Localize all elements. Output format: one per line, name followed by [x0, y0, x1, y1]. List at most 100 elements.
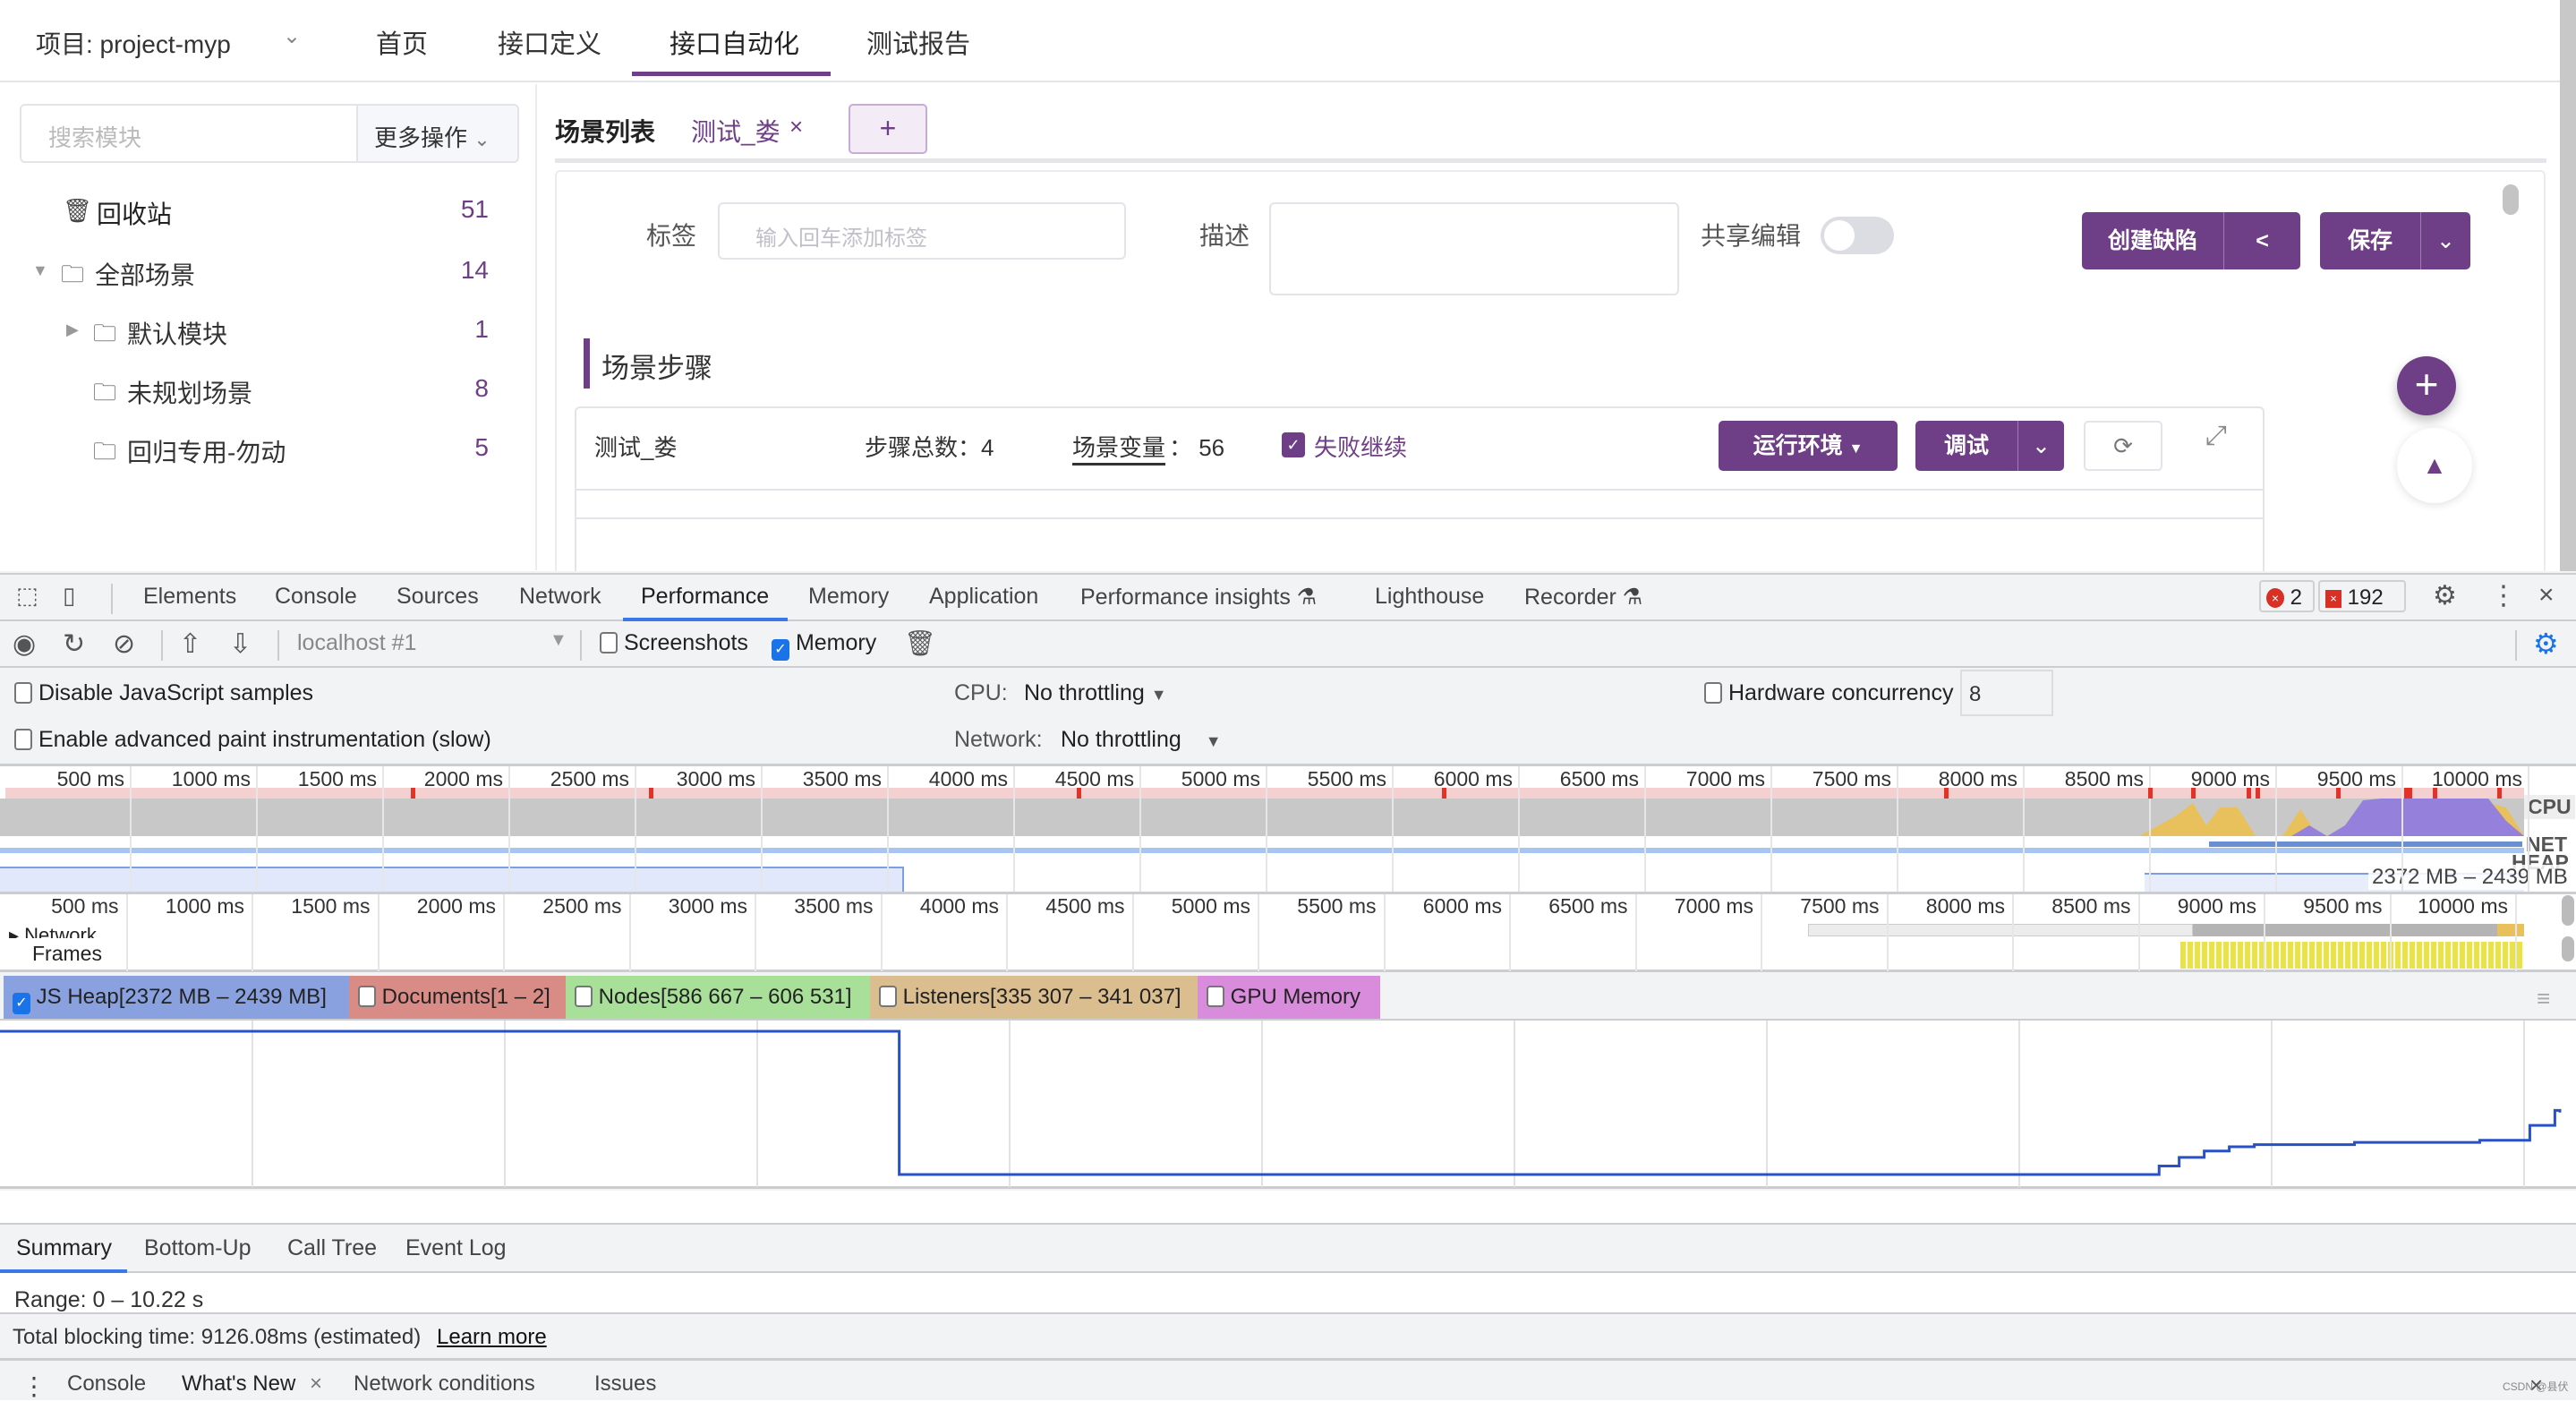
more-ops-dropdown[interactable]: 更多操作 ⌄: [356, 104, 519, 163]
screenshots-checkbox[interactable]: [600, 632, 618, 654]
tab-event-log[interactable]: Event Log: [405, 1235, 507, 1261]
nav-api-def[interactable]: 接口定义: [498, 23, 601, 61]
checkbox[interactable]: [14, 682, 32, 704]
network-track-label[interactable]: ▸ Network: [9, 924, 97, 938]
drawer-tab-console[interactable]: Console: [67, 1371, 146, 1397]
caret-down-icon[interactable]: ▼: [550, 630, 567, 651]
trash-icon[interactable]: 🗑: [904, 628, 936, 658]
legend-checkbox[interactable]: [1207, 986, 1224, 1007]
expand-icon[interactable]: ⤢: [2205, 421, 2227, 451]
drawer-tab-whats-new[interactable]: What's New: [182, 1371, 295, 1397]
tree-item-default[interactable]: ▶ 🗀 默认模块 1: [0, 315, 501, 351]
error-count-badge[interactable]: × 2: [2259, 580, 2315, 612]
frames-track-label[interactable]: Frames: [32, 942, 102, 966]
tree-item-unplanned[interactable]: 🗀 未规划场景 8: [0, 374, 501, 410]
panel-scrollbar[interactable]: [2503, 184, 2519, 215]
debug-button[interactable]: 调试: [1915, 421, 2017, 471]
caret-right-icon[interactable]: ▶: [66, 320, 79, 339]
close-icon[interactable]: ×: [310, 1371, 322, 1397]
legend-item-4[interactable]: GPU Memory: [1198, 976, 1380, 1019]
close-icon[interactable]: ×: [789, 113, 803, 141]
legend-item-3[interactable]: Listeners[335 307 – 341 037]: [870, 976, 1198, 1019]
screenshots-toggle[interactable]: Screenshots: [600, 630, 748, 656]
checkbox[interactable]: [1704, 682, 1722, 704]
tree-item-regression[interactable]: 🗀 回归专用-勿动 5: [0, 433, 501, 469]
legend-checkbox[interactable]: [879, 986, 897, 1007]
hamburger-menu-icon[interactable]: ≡: [2537, 985, 2550, 1012]
network-throttle-select[interactable]: No throttling ▼: [1061, 727, 1222, 753]
project-selector[interactable]: 项目: project-myp: [36, 25, 231, 61]
page-scrollbar[interactable]: [2560, 0, 2576, 573]
adv-paint-option[interactable]: Enable advanced paint instrumentation (s…: [14, 727, 491, 753]
drawer-tab-network-conditions[interactable]: Network conditions: [354, 1371, 535, 1397]
devtools-tab-console[interactable]: Console: [275, 584, 357, 610]
save-dropdown-button[interactable]: ⌄: [2420, 212, 2470, 269]
search-module-input[interactable]: 搜索模块: [20, 104, 358, 163]
gear-icon[interactable]: ⚙: [2433, 580, 2457, 611]
learn-more-link[interactable]: Learn more: [437, 1325, 547, 1350]
legend-item-0[interactable]: ✓ JS Heap[2372 MB – 2439 MB]: [4, 976, 349, 1019]
legend-checkbox[interactable]: ✓: [13, 993, 30, 1014]
nav-test-report[interactable]: 测试报告: [866, 23, 970, 61]
fail-continue-label[interactable]: 失败继续: [1314, 430, 1407, 463]
close-icon[interactable]: ×: [2538, 580, 2555, 611]
memory-toggle[interactable]: ✓ Memory: [772, 630, 876, 661]
legend-checkbox[interactable]: [575, 986, 593, 1007]
clear-icon[interactable]: ⊘: [113, 628, 135, 660]
tree-item-recycle[interactable]: 🗑 回收站 51: [0, 195, 501, 231]
kebab-menu-icon[interactable]: ⋮: [2490, 580, 2517, 611]
nav-api-automation[interactable]: 接口自动化: [670, 23, 799, 61]
device-toolbar-icon[interactable]: ▯: [63, 582, 75, 610]
devtools-tab-network[interactable]: Network: [519, 584, 601, 610]
capture-settings-gear-icon[interactable]: ⚙: [2533, 627, 2559, 661]
drawer-menu-icon[interactable]: ⋮: [21, 1371, 47, 1401]
tag-input[interactable]: 输入回车添加标签: [718, 202, 1126, 260]
save-button[interactable]: 保存: [2320, 212, 2420, 269]
devtools-tab-performance-insights[interactable]: Performance insights ⚗: [1080, 584, 1317, 611]
share-button[interactable]: <: [2223, 212, 2300, 269]
record-icon[interactable]: ◉: [13, 628, 36, 660]
tracks-scrollbar-2[interactable]: [2562, 936, 2574, 961]
refresh-button[interactable]: ⟳: [2084, 421, 2162, 471]
scenario-variables-link[interactable]: 场景变量: [1072, 430, 1165, 466]
devtools-tab-application[interactable]: Application: [929, 584, 1038, 610]
legend-item-1[interactable]: Documents[1 – 2]: [349, 976, 566, 1019]
hardware-concurrency-input[interactable]: 8: [1960, 670, 2053, 716]
fail-continue-checkbox[interactable]: ✓: [1282, 432, 1305, 457]
checkbox[interactable]: [14, 729, 32, 750]
tab-bottom-up[interactable]: Bottom-Up: [144, 1235, 251, 1261]
run-env-button[interactable]: 运行环境 ▼: [1719, 421, 1898, 471]
chevron-down-icon[interactable]: ⌄: [283, 23, 301, 49]
scroll-top-button[interactable]: ▲: [2397, 428, 2472, 503]
reload-record-icon[interactable]: ↻: [63, 628, 85, 660]
create-bug-button[interactable]: 创建缺陷: [2082, 212, 2223, 269]
hardware-concurrency-option[interactable]: Hardware concurrency: [1704, 680, 1953, 706]
devtools-tab-elements[interactable]: Elements: [143, 584, 236, 610]
devtools-tab-lighthouse[interactable]: Lighthouse: [1375, 584, 1484, 610]
tab-scenario-list[interactable]: 场景列表: [555, 113, 655, 149]
drawer-tab-issues[interactable]: Issues: [594, 1371, 656, 1397]
disable-js-samples-option[interactable]: Disable JavaScript samples: [14, 680, 313, 706]
caret-down-icon[interactable]: ▼: [32, 261, 48, 280]
share-edit-toggle[interactable]: [1821, 217, 1894, 254]
desc-textarea[interactable]: [1269, 202, 1679, 295]
legend-checkbox[interactable]: [358, 986, 376, 1007]
tree-item-all[interactable]: ▼ 🗀 全部场景 14: [0, 256, 501, 292]
legend-item-2[interactable]: Nodes[586 667 – 606 531]: [566, 976, 870, 1019]
devtools-tab-memory[interactable]: Memory: [808, 584, 889, 610]
devtools-tab-sources[interactable]: Sources: [397, 584, 479, 610]
inspect-element-icon[interactable]: ⬚: [16, 582, 38, 610]
cpu-throttle-select[interactable]: No throttling ▼: [1024, 680, 1167, 706]
memory-checkbox[interactable]: ✓: [772, 639, 789, 661]
tab-scenario-active[interactable]: 测试_娄: [691, 113, 780, 149]
devtools-tab-performance[interactable]: Performance: [641, 584, 769, 610]
add-step-fab[interactable]: +: [2397, 356, 2456, 415]
tab-call-tree[interactable]: Call Tree: [287, 1235, 377, 1261]
nav-home[interactable]: 首页: [376, 23, 428, 61]
download-icon[interactable]: ⇩: [229, 628, 252, 660]
devtools-tab-recorder[interactable]: Recorder ⚗: [1524, 584, 1642, 611]
tab-summary[interactable]: Summary: [16, 1235, 112, 1261]
debug-dropdown-button[interactable]: ⌄: [2017, 421, 2064, 471]
add-tab-button[interactable]: +: [849, 104, 927, 154]
target-select[interactable]: localhost #1: [297, 630, 416, 656]
